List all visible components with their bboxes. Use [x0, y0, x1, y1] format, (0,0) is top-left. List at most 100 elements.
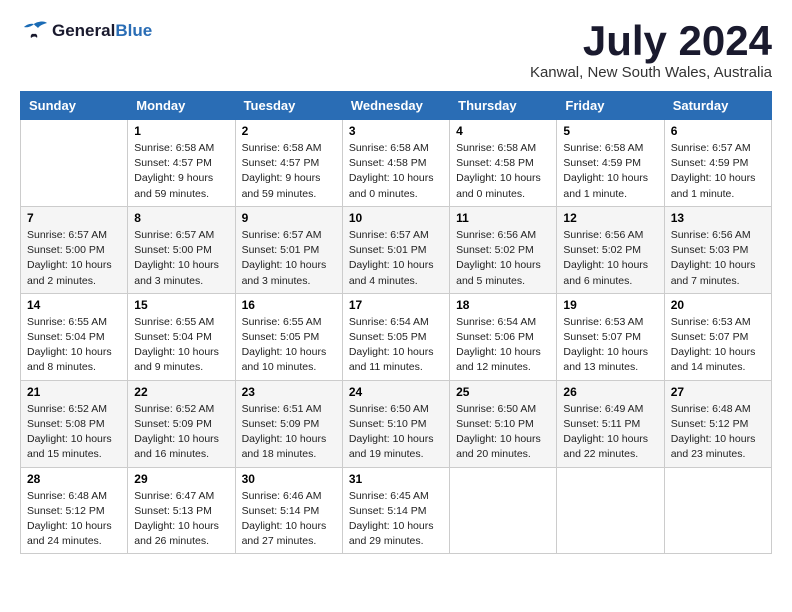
calendar-cell: 1Sunrise: 6:58 AM Sunset: 4:57 PM Daylig…	[128, 120, 235, 207]
day-info: Sunrise: 6:47 AM Sunset: 5:13 PM Dayligh…	[134, 489, 228, 550]
calendar-cell: 7 Sunrise: 6:57 AM Sunset: 5:00 PM Daylig…	[21, 206, 128, 293]
day-number: 18	[456, 298, 550, 312]
logo: GeneralBlue	[20, 20, 152, 42]
day-info: Sunrise: 6:53 AM Sunset: 5:07 PM Dayligh…	[671, 315, 765, 376]
day-number: 24	[349, 385, 443, 399]
calendar-cell: 10 Sunrise: 6:57 AM Sunset: 5:01 PM Dayli…	[342, 206, 449, 293]
day-info: Sunrise: 6:49 AM Sunset: 5:11 PM Dayligh…	[563, 402, 657, 463]
day-number: 22	[134, 385, 228, 399]
day-info: Sunrise: 6:58 AM Sunset: 4:58 PM Dayligh…	[349, 141, 443, 202]
day-number: 8	[134, 211, 228, 225]
day-info: Sunrise: 6:48 AM Sunset: 5:12 PM Dayligh…	[671, 402, 765, 463]
day-info: Sunrise: 6:51 AM Sunset: 5:09 PM Dayligh…	[242, 402, 336, 463]
calendar-cell: 16 Sunrise: 6:55 AM Sunset: 5:05 PM Dayli…	[235, 293, 342, 380]
calendar-cell: 20 Sunrise: 6:53 AM Sunset: 5:07 PM Dayli…	[664, 293, 771, 380]
day-number: 28	[27, 472, 121, 486]
day-number: 6	[671, 124, 765, 138]
day-number: 5	[563, 124, 657, 138]
day-number: 21	[27, 385, 121, 399]
day-info: Sunrise: 6:46 AM Sunset: 5:14 PM Dayligh…	[242, 489, 336, 550]
week-row-3: 14Sunrise: 6:55 AM Sunset: 5:04 PM Dayli…	[21, 293, 772, 380]
calendar-cell: 11Sunrise: 6:56 AM Sunset: 5:02 PM Dayli…	[450, 206, 557, 293]
day-info: Sunrise: 6:56 AM Sunset: 5:02 PM Dayligh…	[563, 228, 657, 289]
day-number: 30	[242, 472, 336, 486]
day-number: 19	[563, 298, 657, 312]
calendar-cell: 26 Sunrise: 6:49 AM Sunset: 5:11 PM Dayli…	[557, 380, 664, 467]
day-info: Sunrise: 6:50 AM Sunset: 5:10 PM Dayligh…	[456, 402, 550, 463]
day-number: 13	[671, 211, 765, 225]
day-info: Sunrise: 6:57 AM Sunset: 5:01 PM Dayligh…	[349, 228, 443, 289]
day-info: Sunrise: 6:54 AM Sunset: 5:06 PM Dayligh…	[456, 315, 550, 376]
day-number: 1	[134, 124, 228, 138]
calendar-cell: 24 Sunrise: 6:50 AM Sunset: 5:10 PM Dayli…	[342, 380, 449, 467]
calendar-cell	[21, 120, 128, 207]
calendar-cell: 14Sunrise: 6:55 AM Sunset: 5:04 PM Dayli…	[21, 293, 128, 380]
day-info: Sunrise: 6:57 AM Sunset: 5:00 PM Dayligh…	[134, 228, 228, 289]
day-info: Sunrise: 6:56 AM Sunset: 5:03 PM Dayligh…	[671, 228, 765, 289]
day-info: Sunrise: 6:48 AM Sunset: 5:12 PM Dayligh…	[27, 489, 121, 550]
day-number: 26	[563, 385, 657, 399]
calendar-cell	[664, 467, 771, 554]
weekday-header-thursday: Thursday	[450, 92, 557, 120]
calendar-cell: 28 Sunrise: 6:48 AM Sunset: 5:12 PM Dayli…	[21, 467, 128, 554]
calendar-cell: 23 Sunrise: 6:51 AM Sunset: 5:09 PM Dayli…	[235, 380, 342, 467]
weekday-header-tuesday: Tuesday	[235, 92, 342, 120]
day-info: Sunrise: 6:56 AM Sunset: 5:02 PM Dayligh…	[456, 228, 550, 289]
calendar-cell: 25 Sunrise: 6:50 AM Sunset: 5:10 PM Dayli…	[450, 380, 557, 467]
title-block: July 2024 Kanwal, New South Wales, Austr…	[530, 20, 772, 81]
calendar: SundayMondayTuesdayWednesdayThursdayFrid…	[20, 91, 772, 554]
day-number: 29	[134, 472, 228, 486]
weekday-header-row: SundayMondayTuesdayWednesdayThursdayFrid…	[21, 92, 772, 120]
day-info: Sunrise: 6:45 AM Sunset: 5:14 PM Dayligh…	[349, 489, 443, 550]
week-row-4: 21Sunrise: 6:52 AM Sunset: 5:08 PM Dayli…	[21, 380, 772, 467]
week-row-2: 7 Sunrise: 6:57 AM Sunset: 5:00 PM Daylig…	[21, 206, 772, 293]
day-info: Sunrise: 6:55 AM Sunset: 5:04 PM Dayligh…	[134, 315, 228, 376]
day-number: 12	[563, 211, 657, 225]
day-number: 31	[349, 472, 443, 486]
calendar-cell: 5 Sunrise: 6:58 AM Sunset: 4:59 PM Daylig…	[557, 120, 664, 207]
day-info: Sunrise: 6:55 AM Sunset: 5:05 PM Dayligh…	[242, 315, 336, 376]
calendar-cell: 27 Sunrise: 6:48 AM Sunset: 5:12 PM Dayli…	[664, 380, 771, 467]
day-number: 3	[349, 124, 443, 138]
calendar-cell: 8 Sunrise: 6:57 AM Sunset: 5:00 PM Daylig…	[128, 206, 235, 293]
day-number: 20	[671, 298, 765, 312]
day-number: 7	[27, 211, 121, 225]
day-info: Sunrise: 6:58 AM Sunset: 4:57 PM Dayligh…	[242, 141, 336, 202]
calendar-cell: 13 Sunrise: 6:56 AM Sunset: 5:03 PM Dayli…	[664, 206, 771, 293]
calendar-cell: 22 Sunrise: 6:52 AM Sunset: 5:09 PM Dayli…	[128, 380, 235, 467]
weekday-header-friday: Friday	[557, 92, 664, 120]
day-number: 15	[134, 298, 228, 312]
logo-bird-icon	[20, 20, 48, 42]
calendar-cell: 17Sunrise: 6:54 AM Sunset: 5:05 PM Dayli…	[342, 293, 449, 380]
day-info: Sunrise: 6:52 AM Sunset: 5:09 PM Dayligh…	[134, 402, 228, 463]
weekday-header-monday: Monday	[128, 92, 235, 120]
calendar-cell: 15 Sunrise: 6:55 AM Sunset: 5:04 PM Dayli…	[128, 293, 235, 380]
day-number: 25	[456, 385, 550, 399]
location: Kanwal, New South Wales, Australia	[530, 64, 772, 81]
day-info: Sunrise: 6:57 AM Sunset: 5:00 PM Dayligh…	[27, 228, 121, 289]
header: GeneralBlue July 2024 Kanwal, New South …	[20, 20, 772, 81]
calendar-cell: 18 Sunrise: 6:54 AM Sunset: 5:06 PM Dayli…	[450, 293, 557, 380]
day-number: 23	[242, 385, 336, 399]
calendar-cell: 12 Sunrise: 6:56 AM Sunset: 5:02 PM Dayli…	[557, 206, 664, 293]
day-number: 4	[456, 124, 550, 138]
calendar-cell	[557, 467, 664, 554]
calendar-cell: 9Sunrise: 6:57 AM Sunset: 5:01 PM Daylig…	[235, 206, 342, 293]
day-number: 27	[671, 385, 765, 399]
day-number: 17	[349, 298, 443, 312]
calendar-cell: 4Sunrise: 6:58 AM Sunset: 4:58 PM Daylig…	[450, 120, 557, 207]
calendar-cell: 21Sunrise: 6:52 AM Sunset: 5:08 PM Dayli…	[21, 380, 128, 467]
calendar-cell: 31 Sunrise: 6:45 AM Sunset: 5:14 PM Dayli…	[342, 467, 449, 554]
day-number: 10	[349, 211, 443, 225]
day-info: Sunrise: 6:50 AM Sunset: 5:10 PM Dayligh…	[349, 402, 443, 463]
day-info: Sunrise: 6:55 AM Sunset: 5:04 PM Dayligh…	[27, 315, 121, 376]
weekday-header-saturday: Saturday	[664, 92, 771, 120]
month-title: July 2024	[530, 20, 772, 62]
day-info: Sunrise: 6:53 AM Sunset: 5:07 PM Dayligh…	[563, 315, 657, 376]
day-info: Sunrise: 6:58 AM Sunset: 4:59 PM Dayligh…	[563, 141, 657, 202]
day-number: 16	[242, 298, 336, 312]
day-number: 2	[242, 124, 336, 138]
logo-text: GeneralBlue	[52, 21, 152, 41]
calendar-cell: 30 Sunrise: 6:46 AM Sunset: 5:14 PM Dayli…	[235, 467, 342, 554]
calendar-cell: 6Sunrise: 6:57 AM Sunset: 4:59 PM Daylig…	[664, 120, 771, 207]
